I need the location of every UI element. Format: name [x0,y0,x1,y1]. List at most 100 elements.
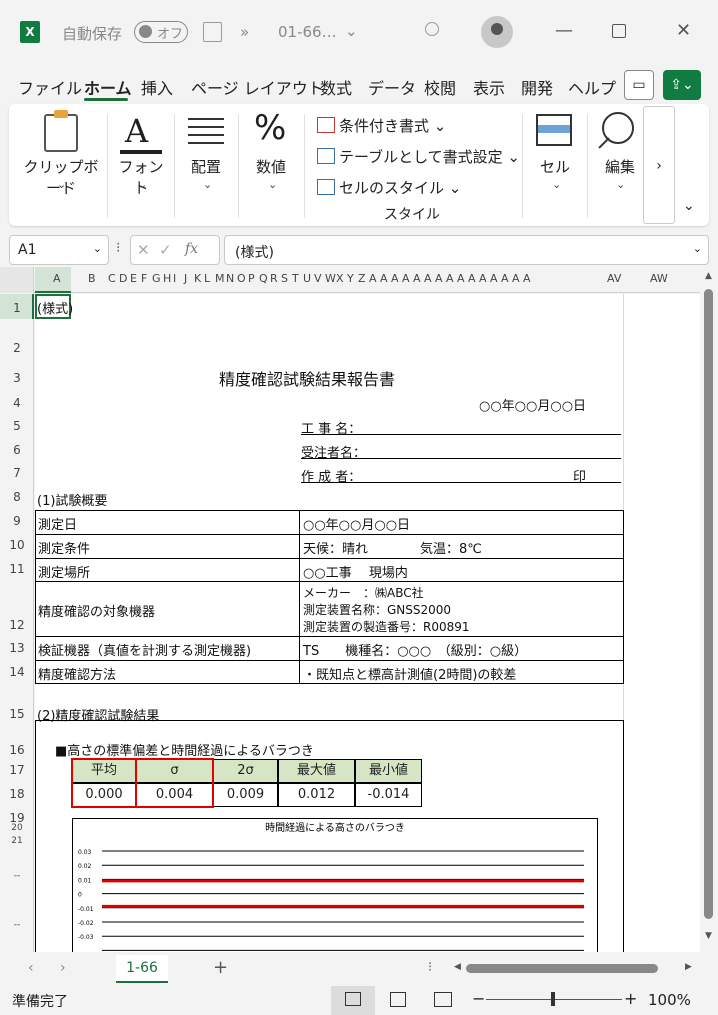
row-number[interactable]: 8 [0,490,34,504]
tab-developer[interactable]: 開発 [521,75,553,99]
row-number[interactable]: 3 [0,371,34,385]
column-letter[interactable]: AW [650,272,668,285]
column-letter[interactable]: AV [607,272,621,285]
save-icon[interactable] [203,22,222,42]
table-row-label[interactable]: 精度確認方法 [38,664,116,683]
horizontal-scroll-thumb[interactable] [466,964,658,973]
stat-header-2sigma[interactable]: 2σ [213,759,278,783]
share-button[interactable]: ⇪⌄ [663,70,701,100]
collapse-ribbon-icon[interactable]: ⌄ [683,198,695,214]
stat-header-max[interactable]: 最大値 [278,759,355,783]
autosave-toggle[interactable]: オフ [134,21,188,43]
row-number[interactable]: 18 [0,787,34,801]
column-letter[interactable]: I [173,272,176,285]
format-as-table-button[interactable]: テーブルとして書式設定 ⌄ [317,146,520,167]
table-row-value[interactable]: ・既知点と標高計測値(2時間)の較差 [303,664,516,683]
file-name[interactable]: 01-66… [278,23,337,41]
avatar[interactable] [481,16,513,48]
tab-page-layout[interactable]: ページ レイアウト [191,75,324,99]
column-letter[interactable]: A [391,272,399,285]
column-letter[interactable]: A [380,272,388,285]
column-letter[interactable]: B [88,272,96,285]
column-letter[interactable]: A [501,272,509,285]
search-icon[interactable] [425,22,439,36]
table-row-label[interactable]: 測定条件 [38,538,90,557]
row-number[interactable]: 2 [0,341,34,355]
row-number[interactable]: 15 [0,707,34,721]
row-number[interactable]: 17 [0,763,34,777]
zoom-in-button[interactable]: + [624,989,637,1008]
maximize-icon[interactable] [612,24,626,38]
stat-value-min[interactable]: -0.014 [355,783,422,807]
formula-input[interactable]: (様式) ⌄ [224,235,709,265]
zoom-out-button[interactable]: − [472,989,485,1008]
column-letter[interactable]: A [446,272,454,285]
select-all-button[interactable] [0,267,34,293]
table-row-label[interactable]: 検証機器（真値を計測する測定機器) [38,640,251,659]
column-letter[interactable]: M [215,272,225,285]
check-icon[interactable]: ✓ [159,241,172,259]
name-box[interactable]: A1 ⌄ [9,235,109,265]
column-letter[interactable]: A [523,272,531,285]
column-letter[interactable]: A [435,272,443,285]
column-letter[interactable]: A [53,272,61,285]
column-letter[interactable]: A [402,272,410,285]
row-number[interactable]: 16 [0,743,34,757]
page-break-view-icon[interactable] [434,992,452,1007]
stat-header-min[interactable]: 最小値 [355,759,422,783]
table-row-value[interactable]: 測定装置の製造番号：R00891 [303,618,470,635]
zoom-level[interactable]: 100% [648,991,691,1009]
column-letter[interactable]: A [490,272,498,285]
table-row-value[interactable]: 天候：晴れ 気温：8℃ [303,538,482,557]
insert-function-icon[interactable]: fx [185,241,198,257]
sheet-tab-1-66[interactable]: 1-66 [116,955,168,983]
column-letter[interactable]: C [108,272,116,285]
column-letter[interactable]: H [163,272,171,285]
cells-button[interactable]: セル [534,156,576,177]
tab-help[interactable]: ヘルプ [568,75,616,99]
tab-insert[interactable]: 挿入 [141,75,173,99]
row-number[interactable]: -- [0,920,34,930]
column-letter[interactable]: F [141,272,147,285]
next-sheet-icon[interactable]: › [60,960,66,976]
column-letter[interactable]: U [303,272,311,285]
column-letter[interactable]: E [130,272,137,285]
table-row-value[interactable]: 測定装置名称：GNSS2000 [303,601,451,618]
cancel-icon[interactable]: ✕ [137,241,150,259]
chevron-down-icon[interactable]: ⌄ [57,178,66,191]
alignment-button[interactable]: 配置 [180,156,232,177]
row-number[interactable]: 13 [0,641,34,655]
tabs-menu-icon[interactable]: ⁝ [428,960,432,975]
table-row-label[interactable]: 精度確認の対象機器 [38,601,155,620]
ribbon-more-button[interactable]: › [643,106,675,224]
close-icon[interactable]: ✕ [676,20,691,41]
row-number[interactable]: 9 [0,514,34,528]
row-number[interactable]: 20 [0,823,34,833]
table-row-value[interactable]: ○○年○○月○○日 [303,514,410,533]
worksheet-grid[interactable]: (様式) 精度確認試験結果報告書 ○○年○○月○○日 工 事 名： 受注者名： … [35,294,700,952]
editing-button[interactable]: 編集 [598,156,642,177]
stat-value-2sigma[interactable]: 0.009 [213,783,278,807]
formula-bar-menu-icon[interactable]: ⁝ [116,240,120,256]
column-letter[interactable]: A [457,272,465,285]
column-letter[interactable]: A [468,272,476,285]
tab-file[interactable]: ファイル [18,75,82,99]
column-letter[interactable]: D [119,272,127,285]
column-letter[interactable]: J [184,272,187,285]
table-row-value[interactable]: TS 機種名：○○○ （級別：○級） [303,640,527,659]
chevron-down-icon[interactable]: ⌄ [93,242,102,255]
cell-styles-button[interactable]: セルのスタイル ⌄ [317,177,461,198]
column-letter[interactable]: O [237,272,246,285]
column-letter[interactable]: G [152,272,161,285]
number-button[interactable]: 数値 [246,156,296,177]
column-letter[interactable]: Y [347,272,354,285]
tab-data[interactable]: データ [368,75,416,99]
table-row-value[interactable]: メーカー ：㈱ABC社 [303,584,424,601]
column-letter[interactable]: Q [259,272,268,285]
row-number[interactable]: 10 [0,538,34,552]
stat-value-max[interactable]: 0.012 [278,783,355,807]
clipboard-button[interactable]: クリップボード [20,156,102,198]
add-sheet-button[interactable]: + [213,957,228,978]
column-letter[interactable]: R [270,272,278,285]
row-number[interactable]: -- [0,871,34,881]
